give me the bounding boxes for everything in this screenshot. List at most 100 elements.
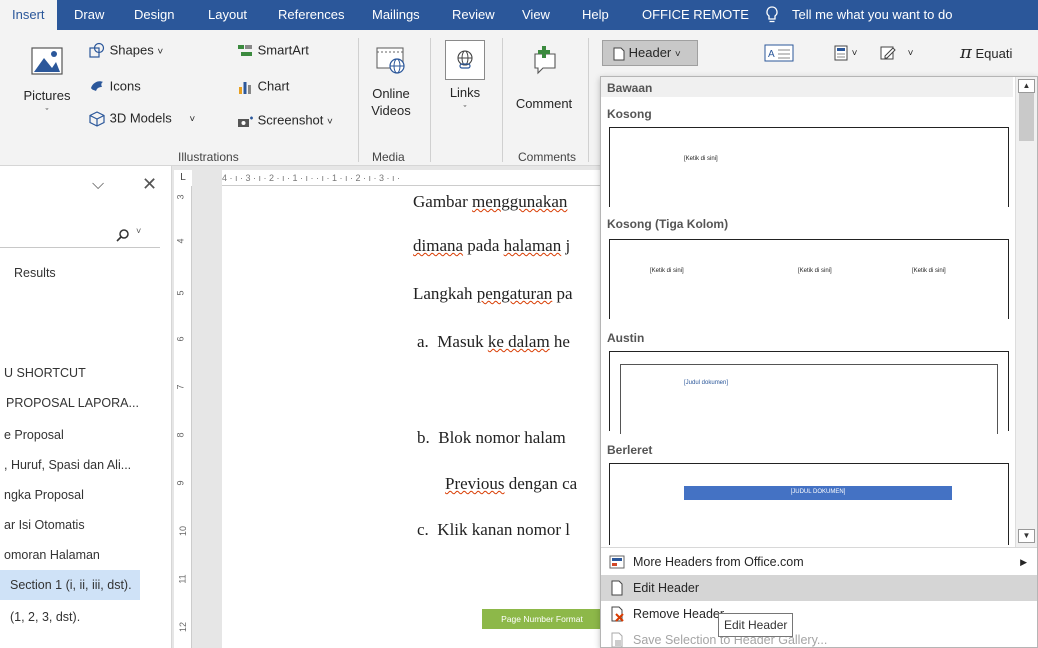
scroll-down-arrow-icon[interactable]: ▼: [1018, 529, 1035, 543]
scroll-up-arrow-icon[interactable]: ▲: [1018, 79, 1035, 93]
cube-icon: [89, 111, 105, 127]
group-separator: [430, 38, 431, 162]
chevron-down-icon: ˅: [907, 48, 914, 59]
document-list-item: c. Klik kanan nomor l: [417, 520, 570, 540]
chart-button[interactable]: Chart: [236, 78, 289, 96]
3d-models-button[interactable]: 3D Models ˅: [88, 110, 195, 128]
screenshot-label: Screenshot: [257, 112, 324, 128]
edit-header-menu-item[interactable]: Edit Header: [601, 575, 1037, 601]
vertical-ruler[interactable]: 3 4 5 6 7 8 9 10 11 12: [174, 186, 192, 648]
more-headers-menu-item[interactable]: More Headers from Office.com ▶: [601, 549, 1037, 575]
online-videos-label-2: Videos: [371, 103, 411, 118]
save-selection-menu-item[interactable]: Save Selection to Header Gallery...: [601, 627, 1037, 648]
ruler-number: 8: [175, 432, 186, 438]
ribbon-tab-bar: Insert Draw Design Layout References Mai…: [0, 0, 1038, 30]
text-box-button[interactable]: A: [764, 44, 794, 62]
links-icon-frame: [445, 40, 485, 80]
horizontal-ruler[interactable]: 4 · ı · 3 · ı · 2 · ı · 1 · ı · · ı · 1 …: [222, 170, 600, 186]
preview-placeholder-text: [JUDUL DOKUMEN]: [790, 489, 846, 495]
header-option-title: Berleret: [607, 443, 653, 457]
nav-heading[interactable]: e Proposal: [4, 428, 64, 442]
doc-word: halaman: [503, 236, 562, 255]
list-marker: a.: [417, 332, 429, 351]
nav-heading[interactable]: (1, 2, 3, dst).: [10, 610, 80, 624]
close-icon[interactable]: ✕: [142, 174, 157, 195]
signature-line-button[interactable]: ˅: [880, 44, 913, 61]
tab-review[interactable]: Review: [452, 0, 495, 30]
chevron-down-icon[interactable]: ˅: [136, 226, 141, 236]
ruler-number: 6: [175, 336, 186, 342]
tooltip: Edit Header: [718, 613, 794, 637]
quick-parts-button[interactable]: ˅: [834, 44, 857, 61]
globe-link-icon: [457, 50, 473, 69]
nav-search-input[interactable]: ˅: [0, 222, 160, 248]
pictures-button[interactable]: Pictures ˇ: [22, 44, 72, 121]
ruler-number: 4: [175, 238, 186, 244]
text-box-icon: A: [764, 44, 794, 62]
preview-placeholder-text: [Ketik di sini]: [684, 156, 718, 162]
group-label-comments: Comments: [518, 150, 577, 164]
tab-design[interactable]: Design: [134, 0, 174, 30]
tab-selector[interactable]: L: [174, 170, 192, 186]
pi-icon: π: [960, 42, 972, 63]
gallery-scrollbar[interactable]: ▲ ▼: [1015, 77, 1037, 547]
online-videos-button[interactable]: Online Videos: [362, 44, 420, 119]
preview-placeholder-text: [Ketik di sini]: [912, 268, 946, 274]
header-button[interactable]: Header ˅: [602, 40, 698, 66]
nav-tab-results[interactable]: Results: [14, 266, 56, 280]
tab-draw[interactable]: Draw: [74, 0, 104, 30]
document-page[interactable]: Gambar menggunakan dimana pada halaman j…: [222, 186, 602, 648]
comment-button[interactable]: Comment: [510, 44, 578, 112]
nav-heading[interactable]: U SHORTCUT: [4, 366, 86, 380]
nav-heading[interactable]: omoran Halaman: [4, 548, 100, 562]
shapes-button[interactable]: Shapes ˅: [88, 42, 163, 60]
equation-label: Equati: [975, 46, 1013, 61]
nav-heading-selected[interactable]: Section 1 (i, ii, iii, dst).: [0, 570, 140, 600]
tab-help[interactable]: Help: [582, 0, 609, 30]
equation-button[interactable]: π Equati: [960, 42, 1012, 63]
header-gallery: Bawaan Kosong [Ketik di sini] Kosong (Ti…: [601, 77, 1013, 545]
header-preview-kosong-tiga-kolom[interactable]: [Ketik di sini] [Ketik di sini] [Ketik d…: [609, 239, 1009, 319]
comment-label: Comment: [515, 96, 573, 111]
remove-header-menu-item[interactable]: Remove Header: [601, 601, 1037, 627]
ruler-number: 5: [175, 290, 186, 296]
office-online-icon: [609, 555, 625, 569]
header-preview-austin[interactable]: [Judul dokumen]: [609, 351, 1009, 434]
group-separator: [502, 38, 503, 162]
remove-header-icon: [611, 606, 624, 622]
tell-me-search[interactable]: Tell me what you want to do: [792, 0, 952, 30]
edit-header-icon: [611, 580, 623, 596]
list-marker: c.: [417, 520, 429, 539]
scrollbar-thumb[interactable]: [1019, 93, 1034, 141]
nav-heading[interactable]: , Huruf, Spasi dan Ali...: [4, 458, 131, 472]
3d-models-label: 3D Models: [109, 110, 172, 126]
icons-button[interactable]: Icons: [88, 78, 141, 96]
nav-heading[interactable]: ngka Proposal: [4, 488, 84, 502]
header-preview-kosong[interactable]: [Ketik di sini]: [609, 127, 1009, 207]
screenshot-button[interactable]: Screenshot ˅: [236, 112, 333, 130]
tab-layout[interactable]: Layout: [208, 0, 247, 30]
smartart-button[interactable]: SmartArt: [236, 42, 309, 60]
nav-heading[interactable]: PROPOSAL LAPORA...: [6, 396, 139, 410]
document-text-line: Langkah pengaturan pa: [413, 284, 573, 304]
lightbulb-icon: [766, 6, 778, 23]
header-option-title: Kosong (Tiga Kolom): [607, 217, 729, 231]
group-separator: [588, 38, 589, 162]
links-label: Links: [449, 85, 481, 100]
tab-insert[interactable]: Insert: [0, 0, 57, 30]
tab-mailings[interactable]: Mailings: [372, 0, 420, 30]
tab-view[interactable]: View: [522, 0, 550, 30]
chevron-down-icon[interactable]: ⌵: [92, 176, 104, 194]
doc-word: pengaturan: [476, 284, 553, 303]
page-number-format-image: Page Number Format: [482, 609, 602, 629]
header-preview-berleret[interactable]: [JUDUL DOKUMEN]: [609, 463, 1009, 545]
quick-parts-icon: [834, 45, 848, 61]
tab-references[interactable]: References: [278, 0, 344, 30]
document-text-line: Previous dengan ca: [445, 474, 577, 494]
tab-office-remote[interactable]: OFFICE REMOTE: [642, 0, 749, 30]
preview-placeholder-text: [Ketik di sini]: [650, 268, 684, 274]
nav-heading[interactable]: ar Isi Otomatis: [4, 518, 85, 532]
links-button[interactable]: Links ˇ: [440, 40, 490, 118]
doc-word: menggunakan: [472, 192, 568, 211]
pictures-icon: [31, 47, 63, 75]
